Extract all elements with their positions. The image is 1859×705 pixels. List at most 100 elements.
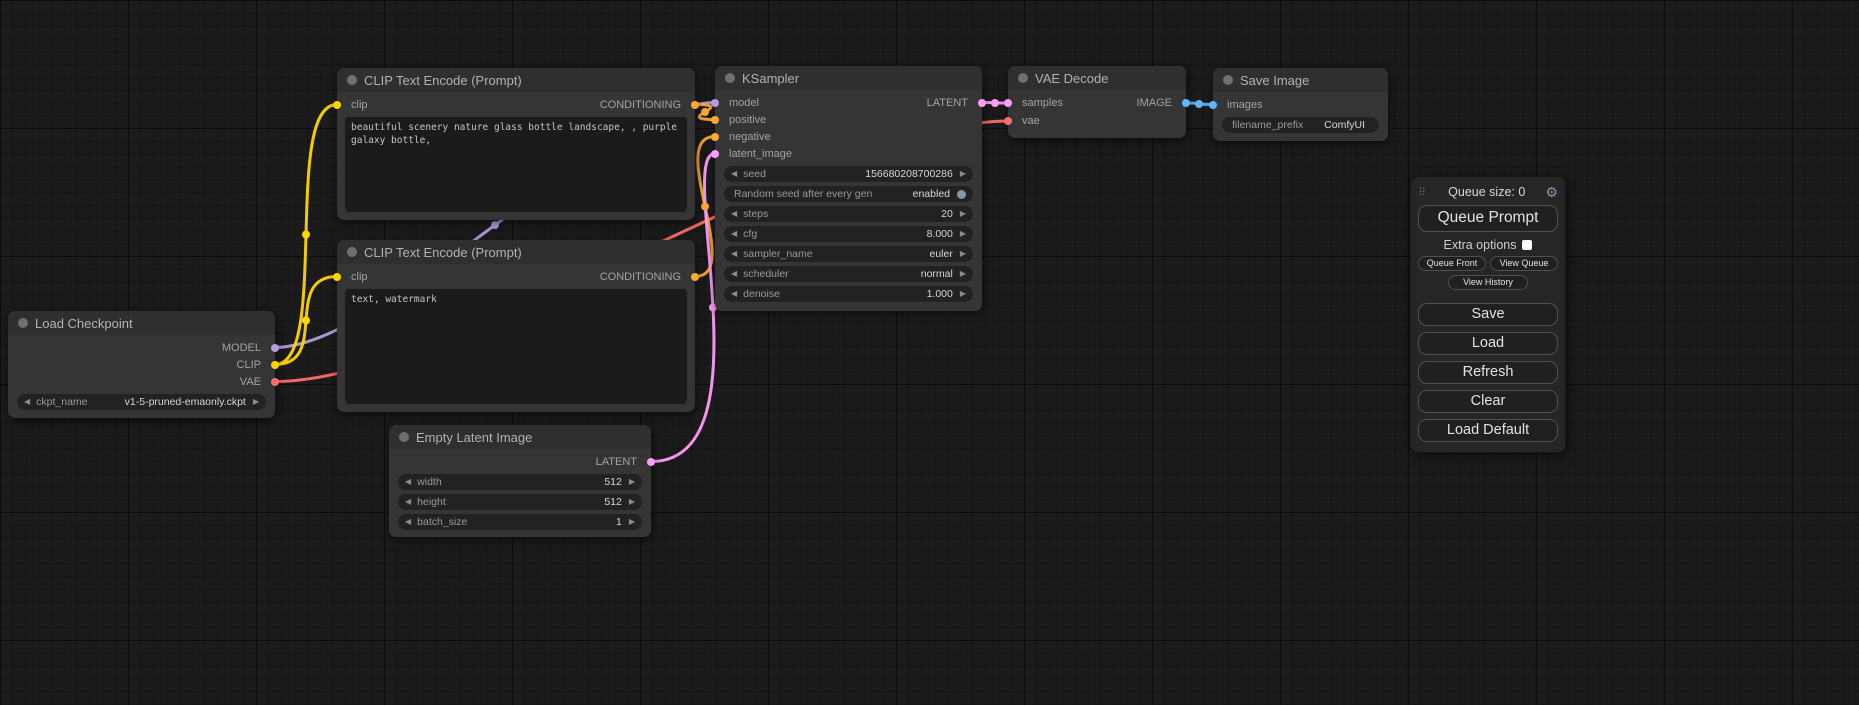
settings-gear-icon[interactable]: ⚙ [1545, 184, 1558, 201]
positive-prompt-textarea[interactable]: beautiful scenery nature glass bottle la… [345, 117, 687, 212]
node-clip-text-encode-negative[interactable]: CLIP Text Encode (Prompt) clip CONDITION… [337, 240, 695, 412]
extra-options-row: Extra options [1418, 238, 1558, 252]
widget-filename-prefix-label: filename_prefix [1232, 119, 1303, 131]
input-dot-positive[interactable] [711, 116, 719, 124]
input-dot-vae[interactable] [1004, 117, 1012, 125]
decrement-arrow-icon[interactable]: ◀ [405, 498, 411, 506]
widget-filename-prefix[interactable]: filename_prefix ComfyUI [1222, 117, 1379, 133]
output-dot-conditioning[interactable] [691, 273, 699, 281]
node-empty-latent-image[interactable]: Empty Latent Image LATENT ◀ width 512 ▶ … [389, 425, 651, 537]
decrement-arrow-icon[interactable]: ◀ [731, 270, 737, 278]
widget-sampler-name[interactable]: ◀ sampler_name euler ▶ [724, 246, 973, 262]
input-dot-clip[interactable] [333, 273, 341, 281]
output-dot-latent[interactable] [978, 99, 986, 107]
input-dot-latent-image[interactable] [711, 150, 719, 158]
load-button[interactable]: Load [1418, 332, 1558, 355]
output-dot-vae[interactable] [271, 378, 279, 386]
input-dot-negative[interactable] [711, 133, 719, 141]
collapse-dot-icon[interactable] [725, 73, 735, 83]
load-default-button[interactable]: Load Default [1418, 419, 1558, 442]
increment-arrow-icon[interactable]: ▶ [960, 270, 966, 278]
widget-cfg-label: cfg [743, 228, 757, 240]
decrement-arrow-icon[interactable]: ◀ [405, 518, 411, 526]
output-slot-vae: VAE [8, 373, 275, 390]
node-save-image[interactable]: Save Image images filename_prefix ComfyU… [1213, 68, 1388, 141]
increment-arrow-icon[interactable]: ▶ [629, 518, 635, 526]
toggle-dot-icon[interactable] [957, 190, 966, 199]
collapse-dot-icon[interactable] [1018, 73, 1028, 83]
input-dot-clip[interactable] [333, 101, 341, 109]
extra-options-checkbox[interactable] [1522, 240, 1532, 250]
collapse-dot-icon[interactable] [18, 318, 28, 328]
view-queue-button[interactable]: View Queue [1490, 256, 1558, 271]
refresh-button[interactable]: Refresh [1418, 361, 1558, 384]
widget-height[interactable]: ◀ height 512 ▶ [398, 494, 642, 510]
decrement-arrow-icon[interactable]: ◀ [24, 398, 30, 406]
view-history-button[interactable]: View History [1448, 275, 1528, 290]
node-load-checkpoint[interactable]: Load Checkpoint MODEL CLIP VAE ◀ ckpt_na… [8, 311, 275, 418]
node-clip-text-encode-positive[interactable]: CLIP Text Encode (Prompt) clip CONDITION… [337, 68, 695, 220]
queue-prompt-button[interactable]: Queue Prompt [1418, 205, 1558, 232]
input-label-model: model [729, 97, 759, 109]
input-dot-images[interactable] [1209, 101, 1217, 109]
decrement-arrow-icon[interactable]: ◀ [731, 210, 737, 218]
decrement-arrow-icon[interactable]: ◀ [731, 230, 737, 238]
output-dot-clip[interactable] [271, 361, 279, 369]
increment-arrow-icon[interactable]: ▶ [960, 290, 966, 298]
node-clip-positive-titlebar[interactable]: CLIP Text Encode (Prompt) [337, 68, 695, 92]
widget-batch-size-label: batch_size [417, 516, 467, 528]
increment-arrow-icon[interactable]: ▶ [629, 478, 635, 486]
input-dot-model[interactable] [711, 99, 719, 107]
decrement-arrow-icon[interactable]: ◀ [405, 478, 411, 486]
increment-arrow-icon[interactable]: ▶ [960, 250, 966, 258]
increment-arrow-icon[interactable]: ▶ [629, 498, 635, 506]
output-dot-conditioning[interactable] [691, 101, 699, 109]
negative-prompt-textarea[interactable]: text, watermark [345, 289, 687, 404]
node-ksampler[interactable]: KSampler model LATENT positive negative … [715, 66, 982, 311]
widget-cfg[interactable]: ◀ cfg 8.000 ▶ [724, 226, 973, 242]
node-vae-decode[interactable]: VAE Decode samples IMAGE vae [1008, 66, 1186, 138]
widget-seed[interactable]: ◀ seed 156680208700286 ▶ [724, 166, 973, 182]
drag-handle-icon[interactable]: ⠿ [1418, 186, 1426, 199]
widget-width[interactable]: ◀ width 512 ▶ [398, 474, 642, 490]
widget-ckpt-name-label: ckpt_name [36, 396, 87, 408]
output-label-latent: LATENT [596, 456, 637, 468]
increment-arrow-icon[interactable]: ▶ [960, 210, 966, 218]
node-save-image-titlebar[interactable]: Save Image [1213, 68, 1388, 92]
menu-header: ⠿ Queue size: 0 ⚙ [1418, 182, 1558, 202]
node-graph-canvas[interactable]: Load Checkpoint MODEL CLIP VAE ◀ ckpt_na… [0, 0, 1859, 705]
queue-front-button[interactable]: Queue Front [1418, 256, 1486, 271]
increment-arrow-icon[interactable]: ▶ [960, 170, 966, 178]
output-label-clip: CLIP [237, 359, 261, 371]
decrement-arrow-icon[interactable]: ◀ [731, 290, 737, 298]
collapse-dot-icon[interactable] [347, 247, 357, 257]
link-dot-clip-negative [302, 317, 310, 325]
save-button[interactable]: Save [1418, 303, 1558, 326]
input-dot-samples[interactable] [1004, 99, 1012, 107]
widget-steps[interactable]: ◀ steps 20 ▶ [724, 206, 973, 222]
node-clip-negative-titlebar[interactable]: CLIP Text Encode (Prompt) [337, 240, 695, 264]
increment-arrow-icon[interactable]: ▶ [253, 398, 259, 406]
node-ksampler-titlebar[interactable]: KSampler [715, 66, 982, 90]
decrement-arrow-icon[interactable]: ◀ [731, 170, 737, 178]
node-vae-decode-titlebar[interactable]: VAE Decode [1008, 66, 1186, 90]
widget-scheduler[interactable]: ◀ scheduler normal ▶ [724, 266, 973, 282]
output-dot-image[interactable] [1182, 99, 1190, 107]
node-title: VAE Decode [1035, 71, 1108, 86]
input-label-latent-image: latent_image [729, 148, 792, 160]
collapse-dot-icon[interactable] [347, 75, 357, 85]
widget-ckpt-name[interactable]: ◀ ckpt_name v1-5-pruned-emaonly.ckpt ▶ [17, 394, 266, 410]
node-empty-latent-titlebar[interactable]: Empty Latent Image [389, 425, 651, 449]
slot-row-model-latent: model LATENT [715, 94, 982, 111]
output-dot-latent[interactable] [647, 458, 655, 466]
increment-arrow-icon[interactable]: ▶ [960, 230, 966, 238]
widget-denoise[interactable]: ◀ denoise 1.000 ▶ [724, 286, 973, 302]
decrement-arrow-icon[interactable]: ◀ [731, 250, 737, 258]
output-dot-model[interactable] [271, 344, 279, 352]
collapse-dot-icon[interactable] [1223, 75, 1233, 85]
widget-batch-size[interactable]: ◀ batch_size 1 ▶ [398, 514, 642, 530]
clear-button[interactable]: Clear [1418, 390, 1558, 413]
node-load-checkpoint-titlebar[interactable]: Load Checkpoint [8, 311, 275, 335]
widget-random-seed-toggle[interactable]: Random seed after every gen enabled [724, 186, 973, 202]
collapse-dot-icon[interactable] [399, 432, 409, 442]
